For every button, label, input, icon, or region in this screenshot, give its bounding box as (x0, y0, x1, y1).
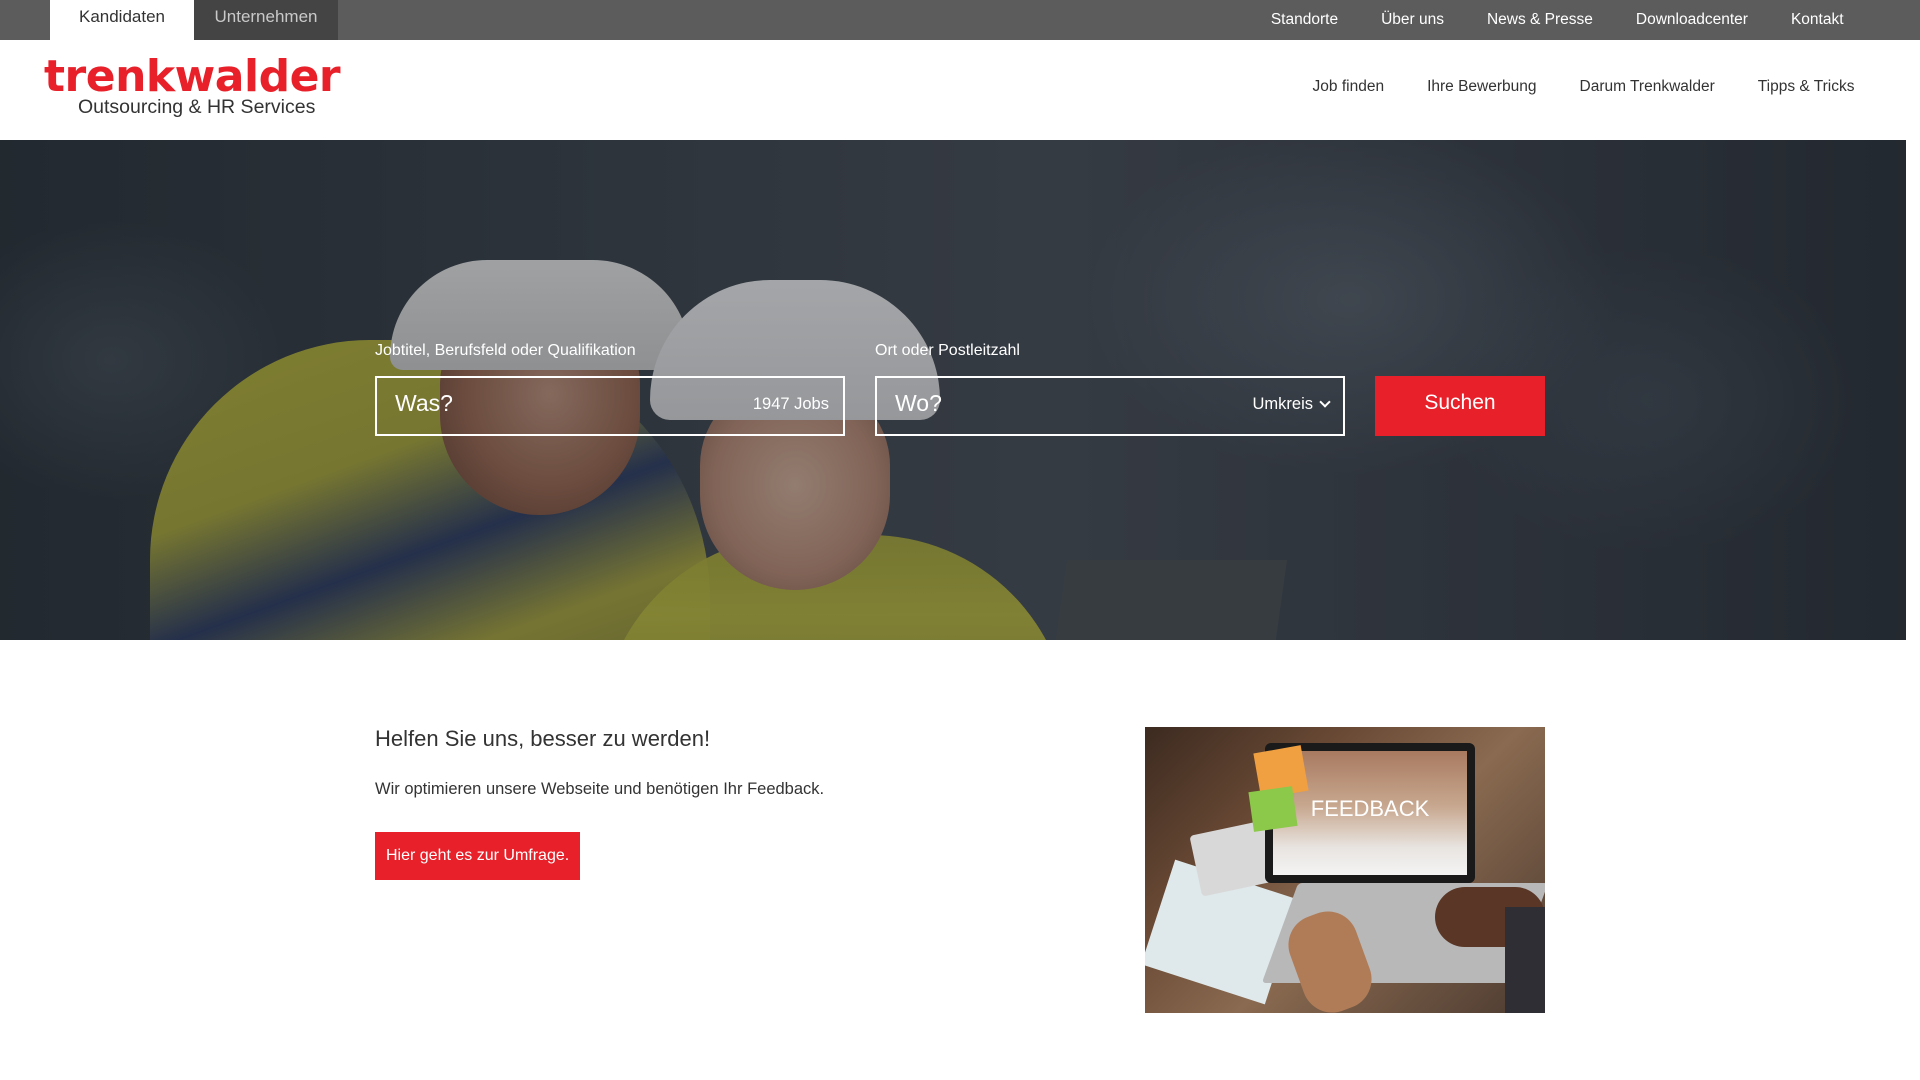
top-bar: Kandidaten Unternehmen Standorte Über un… (0, 0, 1920, 40)
feedback-image: FEEDBACK (1145, 727, 1545, 1013)
main-nav-job-finden[interactable]: Job finden (1291, 78, 1406, 96)
logo[interactable]: trenkwalder Outsourcing & HR Services (44, 51, 341, 119)
main-nav-darum-trenkwalder[interactable]: Darum Trenkwalder (1558, 78, 1736, 96)
tab-unternehmen[interactable]: Unternehmen (194, 0, 338, 40)
feedback-image-sleeve (1505, 907, 1545, 1013)
top-nav-downloadcenter[interactable]: Downloadcenter (1614, 0, 1769, 40)
feedback-image-text: FEEDBACK (1310, 796, 1430, 821)
top-nav-ueber-uns[interactable]: Über uns (1360, 0, 1466, 40)
radius-label: Umkreis (1252, 395, 1314, 413)
survey-button[interactable]: Hier geht es zur Umfrage. (375, 832, 581, 880)
feedback-image-sticky-note (1248, 786, 1298, 832)
tab-kandidaten[interactable]: Kandidaten (50, 0, 194, 40)
search-where-input[interactable]: Wo? Umkreis (875, 376, 1345, 436)
search-where-placeholder: Wo? (895, 390, 942, 416)
job-count: 1947 Jobs (752, 395, 829, 413)
search-button[interactable]: Suchen (1375, 376, 1545, 436)
top-nav: Standorte Über uns News & Presse Downloa… (1249, 0, 1865, 40)
main-nav-ihre-bewerbung[interactable]: Ihre Bewerbung (1406, 78, 1558, 96)
top-nav-news-presse[interactable]: News & Presse (1465, 0, 1614, 40)
site-header: trenkwalder Outsourcing & HR Services Jo… (0, 40, 1920, 140)
feedback-title: Helfen Sie uns, besser zu werden! (375, 726, 711, 751)
chevron-down-icon (1319, 396, 1331, 408)
logo-wordmark: trenkwalder (44, 51, 341, 102)
top-nav-standorte[interactable]: Standorte (1249, 0, 1359, 40)
main-nav-tipps-tricks[interactable]: Tipps & Tricks (1736, 78, 1876, 96)
main-nav: Job finden Ihre Bewerbung Darum Trenkwal… (1291, 40, 1876, 134)
search-what-input[interactable]: Was? 1947 Jobs (375, 376, 845, 436)
top-nav-kontakt[interactable]: Kontakt (1769, 0, 1865, 40)
search-where-label: Ort oder Postleitzahl (875, 342, 1020, 359)
search-what-placeholder: Was? (395, 390, 453, 416)
radius-dropdown[interactable]: Umkreis (1252, 395, 1331, 414)
feedback-text: Wir optimieren unsere Webseite und benöt… (375, 780, 825, 798)
logo-tagline: Outsourcing & HR Services (78, 96, 316, 118)
search-what-label: Jobtitel, Berufsfeld oder Qualifikation (375, 342, 636, 359)
